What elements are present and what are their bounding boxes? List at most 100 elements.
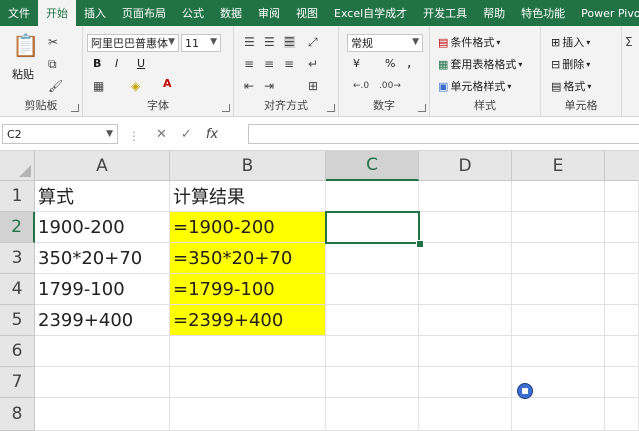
conditional-formatting-button[interactable]: ▤ 条件格式 ▾: [438, 34, 500, 50]
percent-button[interactable]: %: [385, 57, 395, 70]
number-expand-icon[interactable]: [418, 104, 426, 112]
confirm-icon[interactable]: ✓: [181, 127, 192, 142]
cell-b3[interactable]: =350*20+70: [170, 243, 326, 274]
copy-icon[interactable]: ⧉: [48, 58, 57, 70]
bold-button[interactable]: B: [93, 57, 101, 70]
alignment-expand-icon[interactable]: [327, 104, 335, 112]
row-header-5[interactable]: 5: [0, 305, 35, 336]
paste-icon[interactable]: 📋: [12, 36, 39, 58]
row-header-8[interactable]: 8: [0, 398, 35, 431]
cell-c8[interactable]: [326, 398, 419, 431]
cell-c2[interactable]: [326, 212, 419, 243]
select-all-button[interactable]: [0, 151, 35, 181]
row-header-3[interactable]: 3: [0, 243, 35, 274]
tab-home[interactable]: 开始: [38, 0, 76, 26]
tab-developer[interactable]: 开发工具: [415, 0, 475, 26]
tab-formulas[interactable]: 公式: [174, 0, 212, 26]
name-box[interactable]: C2 ▼: [2, 124, 118, 144]
column-header-c[interactable]: C: [326, 151, 419, 181]
cell-e2[interactable]: [512, 212, 605, 243]
row-header-2[interactable]: 2: [0, 212, 35, 243]
cut-icon[interactable]: ✂: [48, 36, 58, 48]
cell-e4[interactable]: [512, 274, 605, 305]
row-header-1[interactable]: 1: [0, 181, 35, 212]
cell-b4[interactable]: =1799-100: [170, 274, 326, 305]
cell-a2[interactable]: 1900-200: [35, 212, 170, 243]
cell-a6[interactable]: [35, 336, 170, 367]
cell-a5[interactable]: 2399+400: [35, 305, 170, 336]
column-header-a[interactable]: A: [35, 151, 170, 181]
number-format-select[interactable]: 常规 ▼: [347, 34, 423, 52]
tab-file[interactable]: 文件: [0, 0, 38, 26]
cell-a8[interactable]: [35, 398, 170, 431]
increase-indent-icon[interactable]: ⇥: [264, 80, 274, 92]
column-header-e[interactable]: E: [512, 151, 605, 181]
comma-button[interactable]: ,: [407, 55, 411, 71]
cell-c5[interactable]: [326, 305, 419, 336]
cell-f6[interactable]: [605, 336, 639, 367]
tab-review[interactable]: 审阅: [250, 0, 288, 26]
fill-color-icon[interactable]: ◈: [131, 80, 140, 92]
cell-d6[interactable]: [419, 336, 512, 367]
tab-help[interactable]: 帮助: [475, 0, 513, 26]
font-name-select[interactable]: 阿里巴巴普惠体 ▼: [87, 34, 179, 52]
cell-d3[interactable]: [419, 243, 512, 274]
font-expand-icon[interactable]: [222, 104, 230, 112]
tab-power-pivot[interactable]: Power Pivot: [573, 0, 639, 26]
cell-f1[interactable]: [605, 181, 639, 212]
increase-decimal-icon[interactable]: ←.0: [353, 82, 369, 91]
cell-f4[interactable]: [605, 274, 639, 305]
cell-d7[interactable]: [419, 367, 512, 398]
orientation-icon[interactable]: ⤢: [308, 36, 318, 48]
cell-f7[interactable]: [605, 367, 639, 398]
italic-button[interactable]: I: [115, 57, 118, 70]
cell-d8[interactable]: [419, 398, 512, 431]
cell-c1[interactable]: [326, 181, 419, 212]
tab-page-layout[interactable]: 页面布局: [114, 0, 174, 26]
column-header-d[interactable]: D: [419, 151, 512, 181]
cell-a4[interactable]: 1799-100: [35, 274, 170, 305]
align-center-icon[interactable]: ≡: [264, 58, 274, 70]
cell-c4[interactable]: [326, 274, 419, 305]
tab-special-features[interactable]: 特色功能: [513, 0, 573, 26]
cell-styles-button[interactable]: ▣ 单元格样式 ▾: [438, 78, 511, 94]
cell-f5[interactable]: [605, 305, 639, 336]
cell-e6[interactable]: [512, 336, 605, 367]
insert-cells-button[interactable]: ⊞ 插入 ▾: [551, 34, 590, 50]
clipboard-expand-icon[interactable]: [71, 104, 79, 112]
delete-cells-button[interactable]: ⊟ 删除 ▾: [551, 56, 590, 72]
formula-input[interactable]: [248, 124, 639, 144]
format-as-table-button[interactable]: ▦ 套用表格格式 ▾: [438, 56, 522, 72]
decrease-decimal-icon[interactable]: .00→: [379, 82, 401, 91]
merge-center-icon[interactable]: ⊞: [308, 80, 318, 92]
align-right-icon[interactable]: ≡: [284, 58, 294, 70]
cell-b5[interactable]: =2399+400: [170, 305, 326, 336]
format-painter-icon[interactable]: 🖌: [48, 80, 63, 92]
row-header-4[interactable]: 4: [0, 274, 35, 305]
align-top-icon[interactable]: ☰: [244, 36, 255, 48]
cell-e5[interactable]: [512, 305, 605, 336]
cell-c3[interactable]: [326, 243, 419, 274]
tab-insert[interactable]: 插入: [76, 0, 114, 26]
cell-f3[interactable]: [605, 243, 639, 274]
cell-a1[interactable]: 算式: [35, 181, 170, 212]
cell-e1[interactable]: [512, 181, 605, 212]
tab-data[interactable]: 数据: [212, 0, 250, 26]
row-header-7[interactable]: 7: [0, 367, 35, 398]
cell-c6[interactable]: [326, 336, 419, 367]
align-bottom-icon[interactable]: ☰: [284, 36, 295, 48]
cell-b1[interactable]: 计算结果: [170, 181, 326, 212]
cell-b6[interactable]: [170, 336, 326, 367]
currency-button[interactable]: ¥: [353, 57, 360, 70]
column-header-b[interactable]: B: [170, 151, 326, 181]
decrease-indent-icon[interactable]: ⇤: [244, 80, 254, 92]
underline-button[interactable]: U: [137, 57, 145, 70]
row-header-6[interactable]: 6: [0, 336, 35, 367]
cell-d1[interactable]: [419, 181, 512, 212]
autosum-icon[interactable]: Σ: [625, 36, 633, 48]
insert-function-icon[interactable]: fx: [206, 127, 218, 142]
tab-excel-self-study[interactable]: Excel自学成才: [326, 0, 415, 26]
format-cells-button[interactable]: ▤ 格式 ▾: [551, 78, 591, 94]
border-icon[interactable]: ▦: [93, 80, 104, 92]
tab-view[interactable]: 视图: [288, 0, 326, 26]
